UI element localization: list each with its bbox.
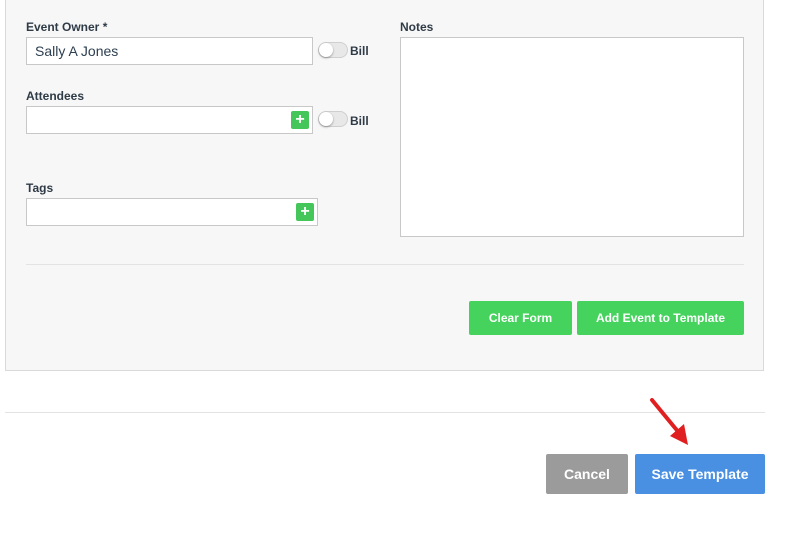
attendees-bill-toggle[interactable] <box>318 111 348 127</box>
toggle-knob <box>319 112 333 126</box>
cancel-button[interactable]: Cancel <box>546 454 628 494</box>
notes-label: Notes <box>400 20 434 34</box>
event-owner-bill-label: Bill <box>350 44 369 58</box>
attendees-bill-label: Bill <box>350 114 369 128</box>
event-owner-label: Event Owner * <box>26 20 108 34</box>
event-owner-bill-toggle[interactable] <box>318 42 348 58</box>
tags-label: Tags <box>26 181 54 195</box>
add-tag-plus-icon[interactable]: + <box>296 203 314 221</box>
toggle-knob <box>319 43 333 57</box>
notes-textarea[interactable] <box>400 37 744 237</box>
tags-field[interactable] <box>26 198 318 226</box>
attendees-label: Attendees <box>26 89 85 103</box>
clear-form-button[interactable]: Clear Form <box>469 301 572 335</box>
attendees-field[interactable] <box>26 106 313 134</box>
add-event-to-template-button[interactable]: Add Event to Template <box>577 301 744 335</box>
form-divider <box>26 264 744 265</box>
red-arrow-icon <box>650 398 688 445</box>
event-owner-field[interactable]: Sally A Jones <box>26 37 313 65</box>
save-template-button[interactable]: Save Template <box>635 454 765 494</box>
add-attendee-plus-icon[interactable]: + <box>291 111 309 129</box>
